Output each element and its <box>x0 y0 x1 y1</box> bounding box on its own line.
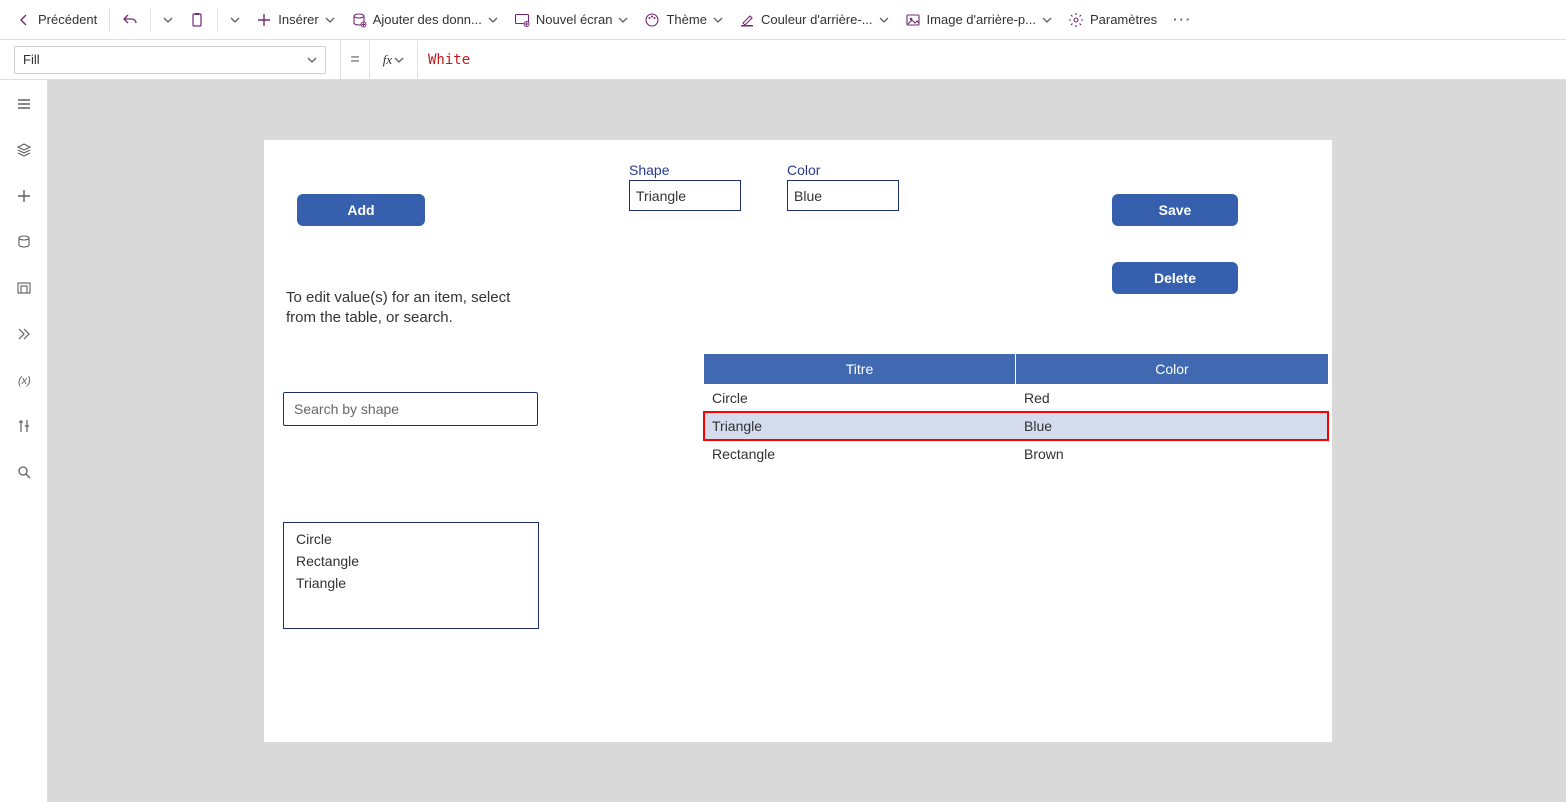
helper-text: To edit value(s) for an item, select fro… <box>286 288 516 327</box>
header-title[interactable]: Titre <box>704 354 1016 384</box>
settings-button[interactable]: Paramètres <box>1060 4 1165 36</box>
color-label: Color <box>787 162 899 178</box>
add-button[interactable]: Add <box>297 194 425 226</box>
cell-title: Circle <box>704 384 1016 412</box>
list-item[interactable]: Triangle <box>296 575 526 591</box>
cell-color: Blue <box>1016 412 1328 440</box>
insert-icon[interactable] <box>8 184 40 208</box>
cell-color: Brown <box>1016 440 1328 468</box>
shape-label: Shape <box>629 162 741 178</box>
canvas-area: Add Shape Color Save Delete To edit valu… <box>48 80 1566 802</box>
media-icon[interactable] <box>8 276 40 300</box>
grid-header: Titre Color <box>704 354 1328 384</box>
shape-field-group: Shape <box>629 162 741 211</box>
table-row[interactable]: Rectangle Brown <box>704 440 1328 468</box>
insert-label: Insérer <box>278 12 318 27</box>
list-item[interactable]: Rectangle <box>296 553 526 569</box>
equals-sign: = <box>340 40 370 79</box>
flows-icon[interactable] <box>8 322 40 346</box>
hamburger-icon[interactable] <box>8 92 40 116</box>
undo-dropdown[interactable] <box>155 4 181 36</box>
command-bar: Précédent Insérer Ajouter des donn... No… <box>0 0 1566 40</box>
paste-dropdown[interactable] <box>222 4 248 36</box>
header-color[interactable]: Color <box>1016 354 1328 384</box>
search-input[interactable]: Search by shape <box>283 392 538 426</box>
table-row-selected[interactable]: Triangle Blue <box>704 412 1328 440</box>
left-rail: (x) <box>0 80 48 802</box>
bg-color-label: Couleur d'arrière-... <box>761 12 873 27</box>
list-item[interactable]: Circle <box>296 531 526 547</box>
tools-icon[interactable] <box>8 414 40 438</box>
color-input[interactable] <box>787 180 899 211</box>
shape-input[interactable] <box>629 180 741 211</box>
separator <box>217 9 218 31</box>
add-data-button[interactable]: Ajouter des donn... <box>343 4 506 36</box>
bg-image-label: Image d'arrière-p... <box>927 12 1036 27</box>
table-row[interactable]: Circle Red <box>704 384 1328 412</box>
property-selector[interactable]: Fill <box>14 46 326 74</box>
formula-value[interactable]: White <box>418 40 1566 79</box>
theme-button[interactable]: Thème <box>636 4 730 36</box>
new-screen-button[interactable]: Nouvel écran <box>506 4 637 36</box>
formula-bar: Fill = fx White <box>0 40 1566 80</box>
overflow-button[interactable]: ··· <box>1165 4 1200 36</box>
data-icon[interactable] <box>8 230 40 254</box>
fx-label: fx <box>383 52 392 68</box>
back-label: Précédent <box>38 12 97 27</box>
theme-label: Thème <box>666 12 706 27</box>
variables-icon[interactable]: (x) <box>8 368 40 392</box>
save-button[interactable]: Save <box>1112 194 1238 226</box>
color-field-group: Color <box>787 162 899 211</box>
separator <box>150 9 151 31</box>
tree-view-icon[interactable] <box>8 138 40 162</box>
cell-title: Rectangle <box>704 440 1016 468</box>
property-name: Fill <box>23 52 40 67</box>
screen-canvas[interactable]: Add Shape Color Save Delete To edit valu… <box>264 140 1332 742</box>
search-placeholder: Search by shape <box>294 401 399 417</box>
separator <box>109 9 110 31</box>
new-screen-label: Nouvel écran <box>536 12 613 27</box>
bg-color-button[interactable]: Couleur d'arrière-... <box>731 4 897 36</box>
svg-text:(x): (x) <box>18 375 31 387</box>
back-button[interactable]: Précédent <box>8 4 105 36</box>
paste-button[interactable] <box>181 4 213 36</box>
delete-button[interactable]: Delete <box>1112 262 1238 294</box>
search-icon[interactable] <box>8 460 40 484</box>
bg-image-button[interactable]: Image d'arrière-p... <box>897 4 1060 36</box>
undo-button[interactable] <box>114 4 146 36</box>
data-grid: Titre Color Circle Red Triangle Blue Rec… <box>704 354 1328 468</box>
settings-label: Paramètres <box>1090 12 1157 27</box>
insert-button[interactable]: Insérer <box>248 4 342 36</box>
add-data-label: Ajouter des donn... <box>373 12 482 27</box>
fx-button[interactable]: fx <box>370 40 418 79</box>
cell-title: Triangle <box>704 412 1016 440</box>
workspace: (x) Add Shape Color Save Delete To edit … <box>0 80 1566 802</box>
cell-color: Red <box>1016 384 1328 412</box>
shape-listbox[interactable]: Circle Rectangle Triangle <box>283 522 539 629</box>
